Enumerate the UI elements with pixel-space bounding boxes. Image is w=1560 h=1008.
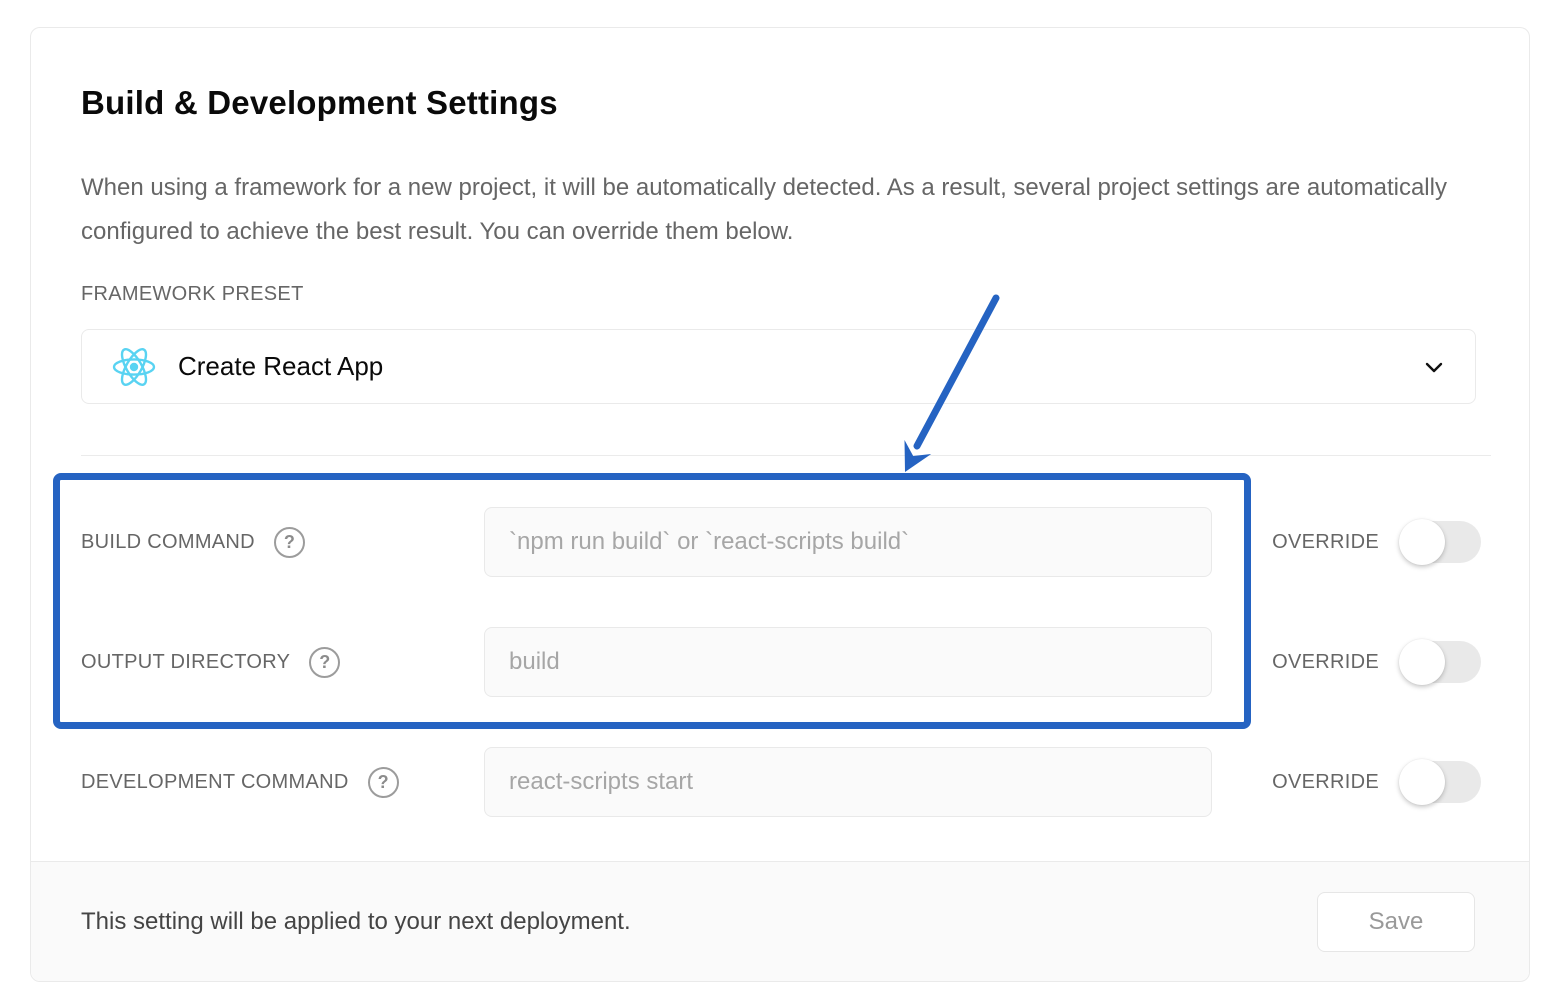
help-icon[interactable]: ? [274,527,305,558]
override-toggle[interactable] [1401,641,1481,683]
build-command-row: BUILD COMMAND ? OVERRIDE [81,507,1481,577]
toggle-knob [1399,519,1445,565]
framework-preset-value: Create React App [178,351,383,382]
output-directory-input[interactable] [484,627,1212,697]
footer-note: This setting will be applied to your nex… [81,908,631,936]
framework-preset-select[interactable]: Create React App [81,329,1476,404]
development-command-label-group: DEVELOPMENT COMMAND ? [81,767,484,798]
footer-bar: This setting will be applied to your nex… [31,861,1529,981]
build-settings-card: Build & Development Settings When using … [30,27,1530,982]
section-divider [81,455,1491,456]
output-directory-row: OUTPUT DIRECTORY ? OVERRIDE [81,627,1481,697]
save-button[interactable]: Save [1317,892,1475,952]
override-label: OVERRIDE [1272,531,1379,554]
build-command-input[interactable] [484,507,1212,577]
help-icon[interactable]: ? [309,647,340,678]
development-command-label: DEVELOPMENT COMMAND [81,771,349,794]
chevron-down-icon [1419,352,1449,382]
toggle-knob [1399,639,1445,685]
output-directory-label-group: OUTPUT DIRECTORY ? [81,647,484,678]
development-command-row: DEVELOPMENT COMMAND ? OVERRIDE [81,747,1481,817]
override-toggle[interactable] [1401,761,1481,803]
override-label: OVERRIDE [1272,771,1379,794]
build-command-label-group: BUILD COMMAND ? [81,527,484,558]
override-label: OVERRIDE [1272,651,1379,674]
settings-description: When using a framework for a new project… [81,166,1456,254]
help-icon[interactable]: ? [368,767,399,798]
development-command-input[interactable] [484,747,1212,817]
framework-preset-label: FRAMEWORK PRESET [81,283,304,306]
toggle-knob [1399,759,1445,805]
build-command-label: BUILD COMMAND [81,531,255,554]
output-directory-label: OUTPUT DIRECTORY [81,651,290,674]
page-title: Build & Development Settings [81,84,558,122]
override-toggle[interactable] [1401,521,1481,563]
react-logo-icon [110,345,158,389]
